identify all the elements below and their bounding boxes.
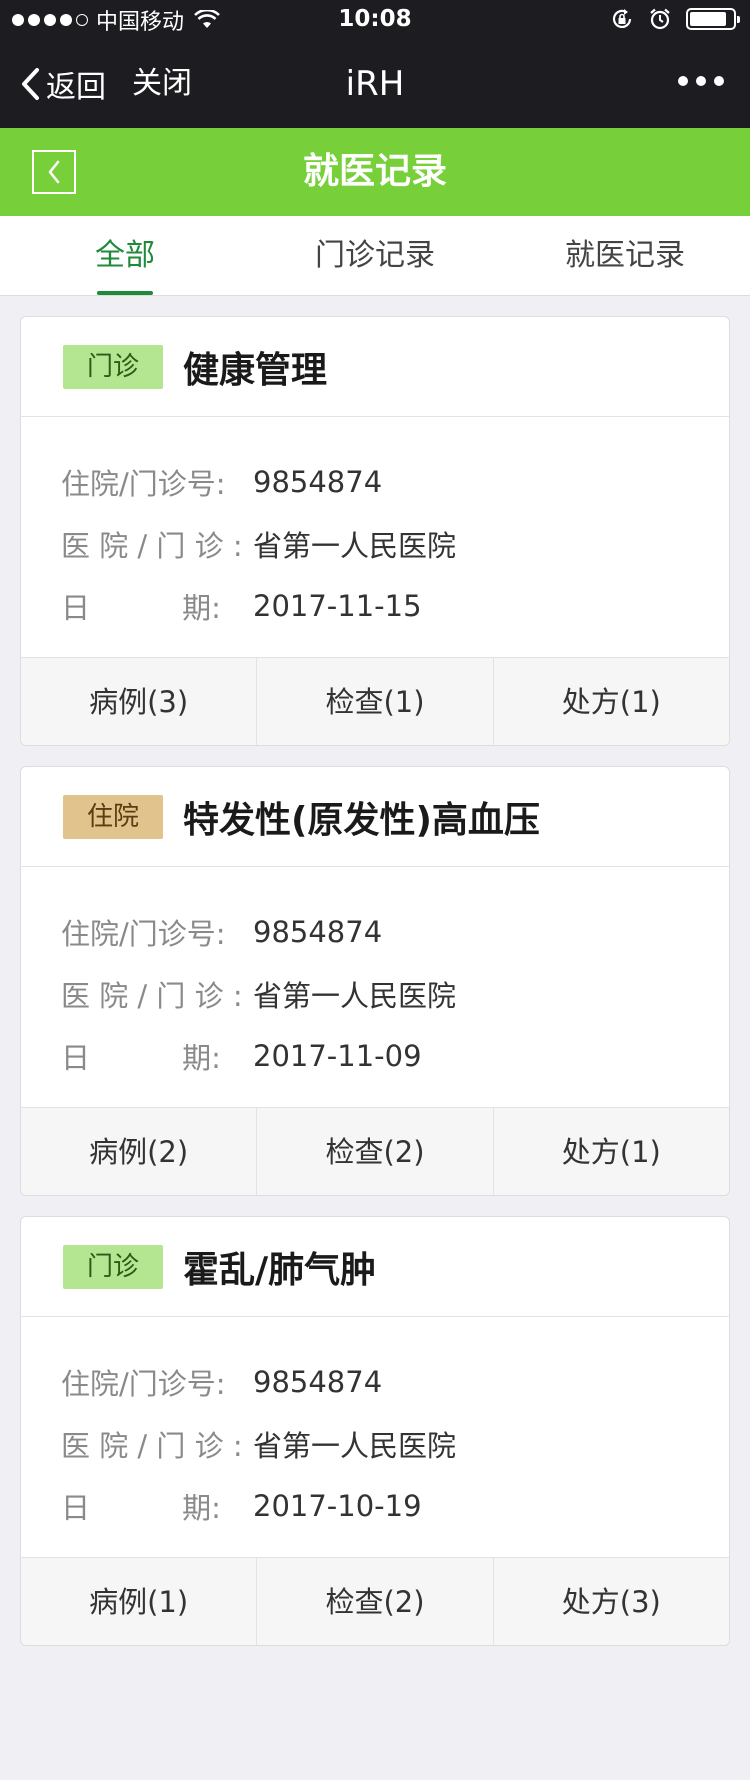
status-bar: 中国移动 10:08 <box>0 0 750 40</box>
hospital-label: 医 院 / 门 诊 : <box>61 529 243 563</box>
date-value: 2017-11-15 <box>253 589 422 623</box>
record-card[interactable]: 门诊 健康管理 住院/门诊号: 9854874 医 院 / 门 诊 : 省第一人… <box>20 316 730 746</box>
date-row: 日 期: 2017-11-09 <box>61 1025 729 1087</box>
record-title: 霍乱/肺气肿 <box>183 1249 377 1291</box>
tab-all[interactable]: 全部 <box>0 216 250 295</box>
hospital-row: 医 院 / 门 诊 : 省第一人民医院 <box>61 1413 729 1475</box>
case-button[interactable]: 病例(3) <box>21 658 258 745</box>
case-button[interactable]: 病例(1) <box>21 1558 258 1645</box>
status-icons <box>610 7 740 31</box>
page-header: 就医记录 <box>0 128 750 216</box>
record-no-label: 住院/门诊号: <box>61 1367 226 1401</box>
record-card[interactable]: 住院 特发性(原发性)高血压 住院/门诊号: 9854874 医 院 / 门 诊… <box>20 766 730 1196</box>
record-actions: 病例(1) 检查(2) 处方(3) <box>21 1557 729 1645</box>
date-label: 日 期: <box>61 1041 221 1075</box>
record-no-value: 9854874 <box>253 1365 383 1399</box>
record-title: 特发性(原发性)高血压 <box>183 799 540 841</box>
record-tabs: 全部 门诊记录 就医记录 <box>0 216 750 296</box>
tab-medical-records[interactable]: 就医记录 <box>500 216 750 295</box>
record-no-value: 9854874 <box>253 915 383 949</box>
exam-button[interactable]: 检查(2) <box>257 1108 494 1195</box>
record-type-badge: 住院 <box>63 794 163 839</box>
record-list: 门诊 健康管理 住院/门诊号: 9854874 医 院 / 门 诊 : 省第一人… <box>20 316 730 1666</box>
wechat-title: iRH <box>345 64 405 104</box>
date-value: 2017-10-19 <box>253 1489 422 1523</box>
rotation-lock-icon <box>612 9 632 28</box>
record-no-row: 住院/门诊号: 9854874 <box>61 1351 729 1413</box>
prescription-button[interactable]: 处方(1) <box>494 1108 729 1195</box>
exam-button[interactable]: 检查(2) <box>257 1558 494 1645</box>
date-label: 日 期: <box>61 1491 221 1525</box>
hospital-label: 医 院 / 门 诊 : <box>61 979 243 1013</box>
hospital-row: 医 院 / 门 诊 : 省第一人民医院 <box>61 963 729 1025</box>
hospital-label: 医 院 / 门 诊 : <box>61 1429 243 1463</box>
case-button[interactable]: 病例(2) <box>21 1108 258 1195</box>
prescription-button[interactable]: 处方(1) <box>494 658 729 745</box>
prescription-button[interactable]: 处方(3) <box>494 1558 729 1645</box>
record-no-label: 住院/门诊号: <box>61 917 226 951</box>
date-label: 日 期: <box>61 591 221 625</box>
record-card-header: 门诊 健康管理 <box>21 317 729 417</box>
header-back-button[interactable] <box>32 150 76 194</box>
record-details: 住院/门诊号: 9854874 医 院 / 门 诊 : 省第一人民医院 日 期:… <box>21 417 729 657</box>
record-details: 住院/门诊号: 9854874 医 院 / 门 诊 : 省第一人民医院 日 期:… <box>21 867 729 1107</box>
record-card-header: 门诊 霍乱/肺气肿 <box>21 1217 729 1317</box>
record-actions: 病例(2) 检查(2) 处方(1) <box>21 1107 729 1195</box>
tab-outpatient-records[interactable]: 门诊记录 <box>250 216 500 295</box>
hospital-row: 医 院 / 门 诊 : 省第一人民医院 <box>61 513 729 575</box>
wechat-back-label: 返回 <box>46 70 106 105</box>
page-title: 就医记录 <box>302 151 447 192</box>
hospital-value: 省第一人民医院 <box>253 529 457 563</box>
record-card[interactable]: 门诊 霍乱/肺气肿 住院/门诊号: 9854874 医 院 / 门 诊 : 省第… <box>20 1216 730 1646</box>
record-actions: 病例(3) 检查(1) 处方(1) <box>21 657 729 745</box>
alarm-icon <box>650 8 670 30</box>
hospital-value: 省第一人民医院 <box>253 1429 457 1463</box>
chevron-left-icon <box>48 160 60 184</box>
record-no-row: 住院/门诊号: 9854874 <box>61 901 729 963</box>
date-row: 日 期: 2017-10-19 <box>61 1475 729 1537</box>
record-type-badge: 门诊 <box>63 1244 163 1289</box>
exam-button[interactable]: 检查(1) <box>257 658 494 745</box>
wechat-back-button[interactable]: 返回 <box>20 62 106 106</box>
more-dots-icon[interactable] <box>678 76 724 86</box>
chevron-left-icon <box>22 68 39 100</box>
record-no-value: 9854874 <box>253 465 383 499</box>
date-value: 2017-11-09 <box>253 1039 422 1073</box>
record-no-label: 住院/门诊号: <box>61 467 226 501</box>
wechat-close-button[interactable]: 关闭 <box>132 62 192 106</box>
date-row: 日 期: 2017-11-15 <box>61 575 729 637</box>
record-details: 住院/门诊号: 9854874 医 院 / 门 诊 : 省第一人民医院 日 期:… <box>21 1317 729 1557</box>
hospital-value: 省第一人民医院 <box>253 979 457 1013</box>
wechat-nav-bar: 返回 关闭 iRH <box>0 40 750 128</box>
battery-icon <box>686 8 740 30</box>
record-no-row: 住院/门诊号: 9854874 <box>61 451 729 513</box>
record-type-badge: 门诊 <box>63 344 163 389</box>
record-title: 健康管理 <box>183 349 328 391</box>
record-card-header: 住院 特发性(原发性)高血压 <box>21 767 729 867</box>
